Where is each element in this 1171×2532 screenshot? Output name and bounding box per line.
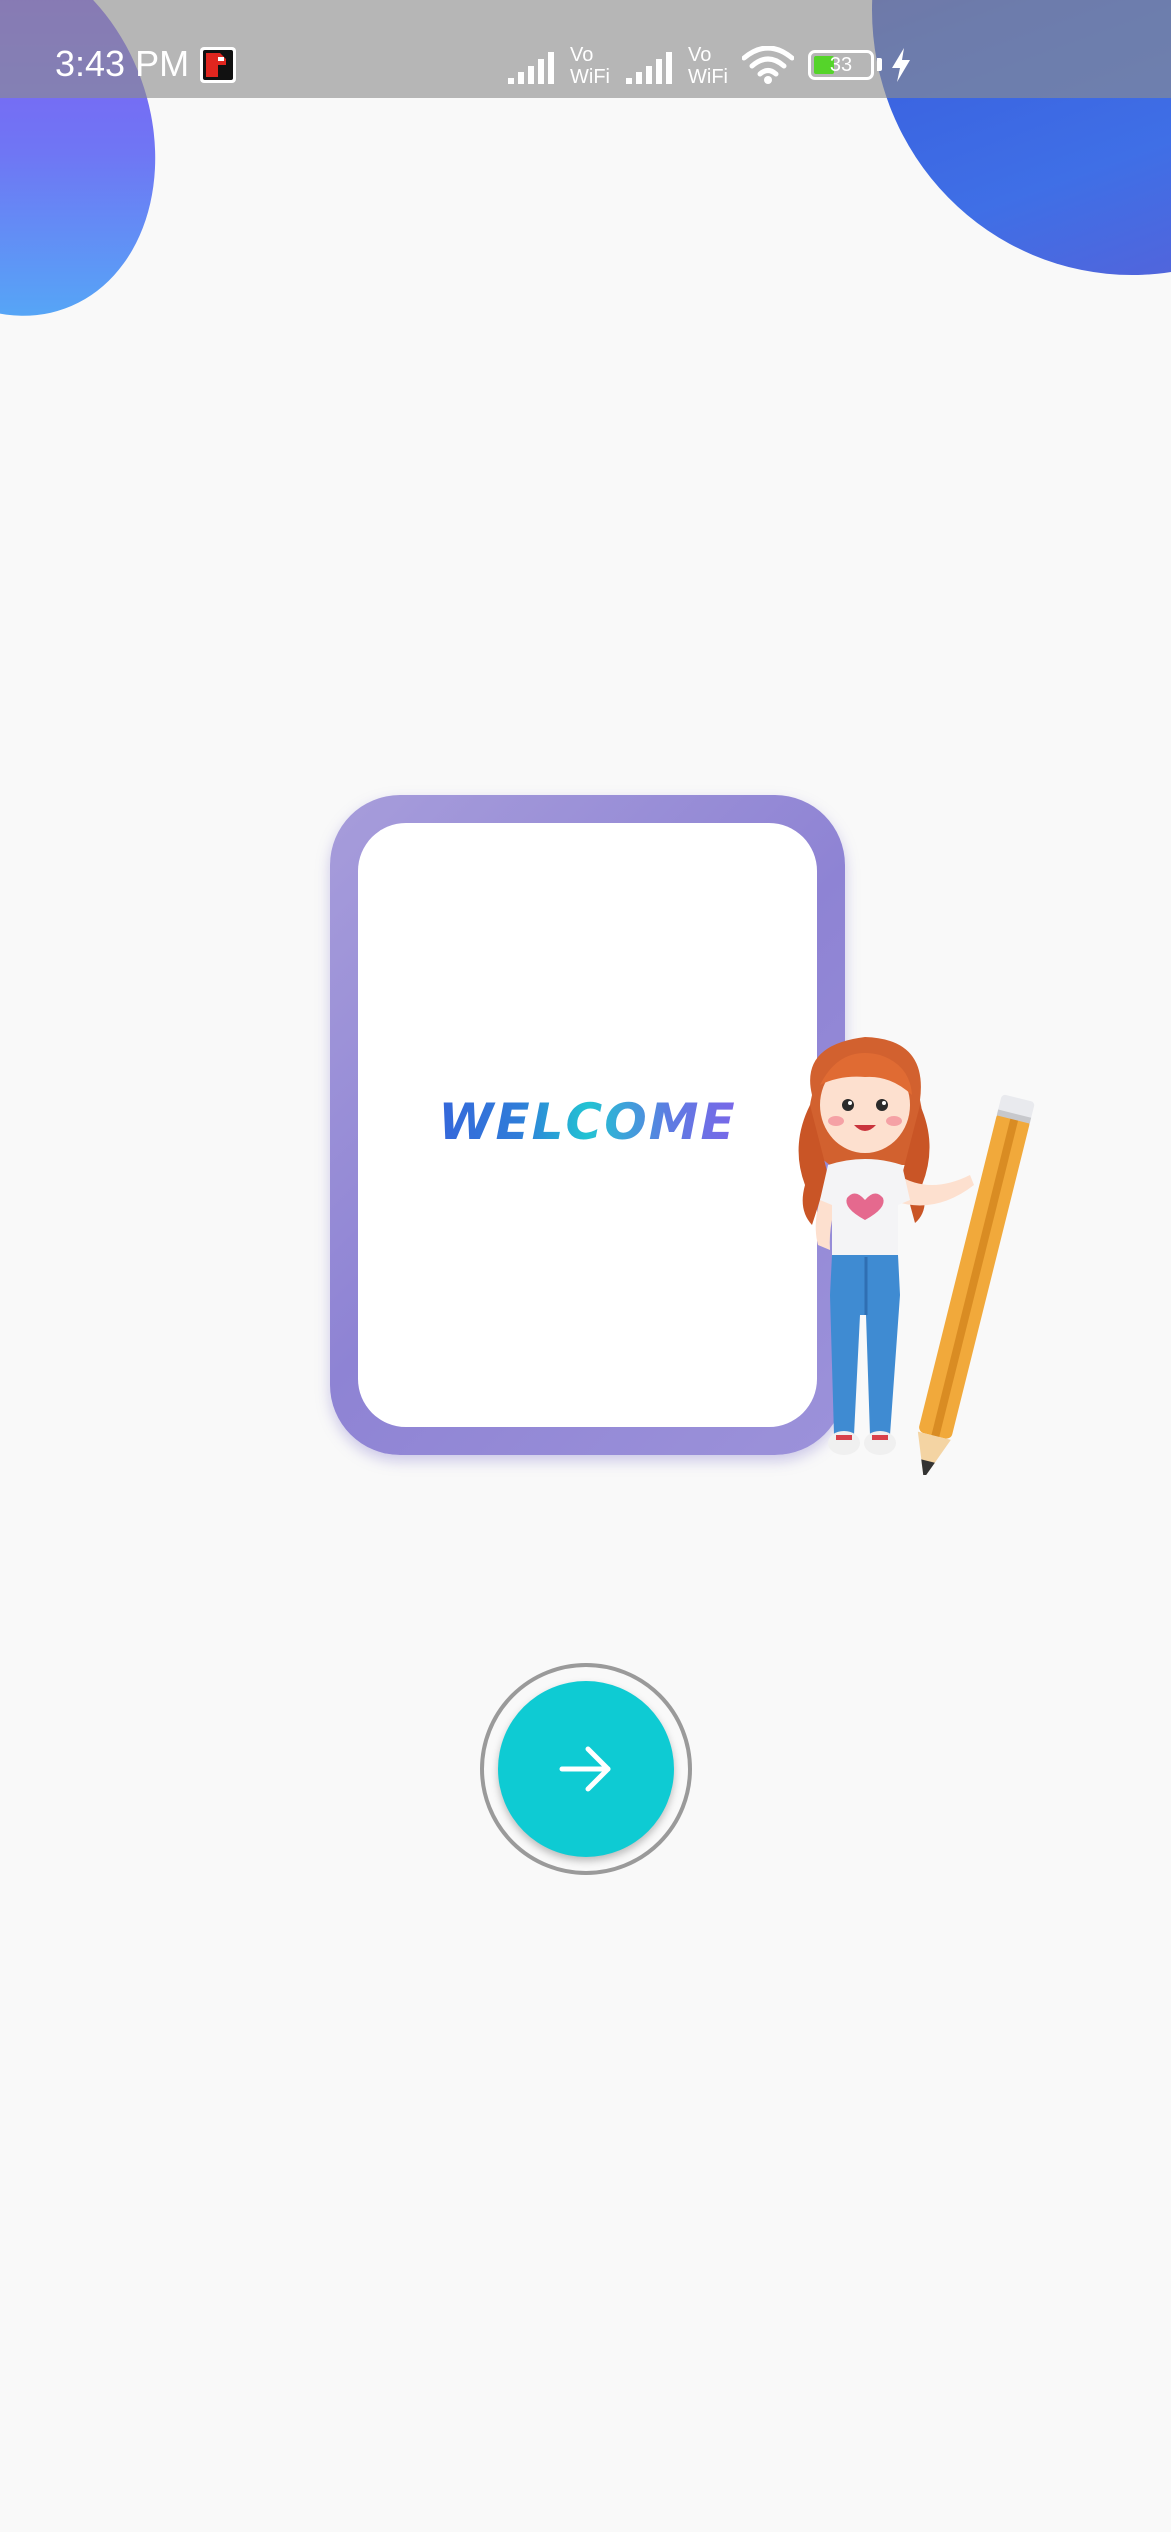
welcome-card: WELCOME <box>358 823 817 1427</box>
battery-level: 33 <box>829 54 853 76</box>
signal-icon <box>626 52 672 84</box>
vowifi-icon: Vo WiFi <box>688 44 728 88</box>
status-bar: 3:43 PM Vo WiFi Vo WiFi 33 <box>0 0 1171 98</box>
welcome-title: WELCOME <box>358 1093 817 1151</box>
arrow-right-icon <box>559 1746 611 1792</box>
wifi-icon <box>742 46 794 84</box>
charging-bolt-icon <box>892 48 910 82</box>
battery-icon: 33 <box>808 50 874 80</box>
signal-icon <box>508 52 554 84</box>
next-button[interactable] <box>480 1663 692 1875</box>
battery-tip <box>877 58 882 71</box>
welcome-frame: WELCOME <box>330 795 845 1455</box>
notification-app-icon <box>200 47 236 83</box>
vowifi-icon: Vo WiFi <box>570 44 610 88</box>
next-button-circle[interactable] <box>498 1681 674 1857</box>
welcome-screen: 3:43 PM Vo WiFi Vo WiFi 33 WELCOME <box>0 0 1171 2532</box>
status-time: 3:43 PM <box>55 43 190 84</box>
girl-with-pencil-illustration <box>798 1037 1035 1475</box>
